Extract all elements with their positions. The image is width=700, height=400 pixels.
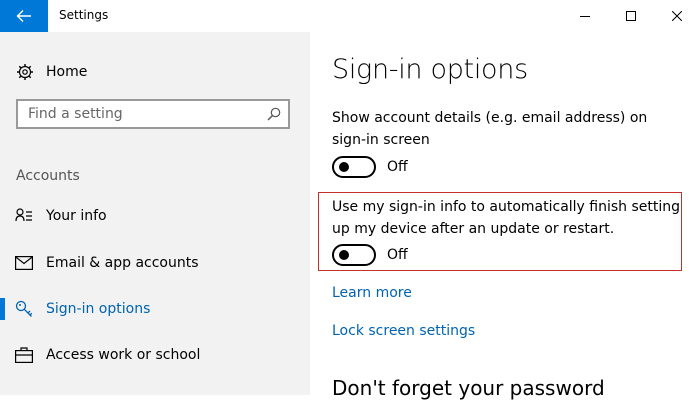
home-label: Home: [46, 64, 88, 80]
page-title: Sign-in options: [332, 54, 528, 85]
toggle-state-label: Off: [387, 247, 408, 263]
sidebar-item-sign-in-options[interactable]: Sign-in options: [0, 290, 310, 328]
home-button[interactable]: Home: [16, 62, 87, 82]
gear-icon: [17, 64, 33, 80]
sidebar-item-label: Sign-in options: [46, 301, 151, 317]
toggle-knob: [339, 250, 349, 260]
minimize-icon: [580, 16, 590, 17]
back-button[interactable]: [0, 0, 48, 32]
toggle-knob: [339, 162, 349, 172]
sidebar-item-email-accounts[interactable]: Email & app accounts: [0, 244, 310, 282]
sidebar-item-label: Your info: [46, 208, 107, 224]
toggle-state-label: Off: [387, 159, 408, 175]
main-content: Sign-in options Show account details (e.…: [310, 32, 700, 400]
maximize-icon: [626, 11, 636, 21]
sidebar-item-your-info[interactable]: Your info: [0, 197, 310, 235]
person-list-icon: [15, 207, 33, 225]
learn-more-link[interactable]: Learn more: [332, 285, 412, 301]
window-title: Settings: [59, 8, 109, 22]
sidebar-item-label: Access work or school: [46, 347, 201, 363]
briefcase-icon: [15, 346, 33, 364]
search-icon[interactable]: [266, 106, 282, 122]
maximize-button[interactable]: [608, 0, 654, 32]
sidebar-item-access-work[interactable]: Access work or school: [0, 336, 310, 374]
close-button[interactable]: [654, 0, 700, 32]
key-icon: [15, 300, 33, 318]
section-heading: Don't forget your password: [332, 376, 605, 400]
mail-icon: [15, 254, 33, 272]
setting-description: Show account details (e.g. email address…: [332, 110, 648, 148]
toggle-switch[interactable]: [332, 244, 376, 266]
minimize-button[interactable]: [562, 0, 608, 32]
section-label-accounts: Accounts: [16, 168, 80, 184]
show-account-details-toggle[interactable]: Off: [332, 156, 408, 178]
lock-screen-settings-link[interactable]: Lock screen settings: [332, 323, 475, 339]
sidebar: Home Accounts Your info Email & app acco: [0, 32, 310, 395]
search-box: [16, 99, 290, 129]
close-icon: [672, 11, 682, 21]
active-indicator: [0, 298, 5, 320]
use-sign-in-info-toggle[interactable]: Off: [332, 244, 408, 266]
back-arrow-icon: [16, 10, 31, 22]
setting-description: Use my sign-in info to automatically fin…: [332, 199, 681, 237]
title-bar: Settings: [0, 0, 700, 32]
toggle-switch[interactable]: [332, 156, 376, 178]
sidebar-item-label: Email & app accounts: [46, 255, 199, 271]
search-input[interactable]: [18, 101, 278, 127]
